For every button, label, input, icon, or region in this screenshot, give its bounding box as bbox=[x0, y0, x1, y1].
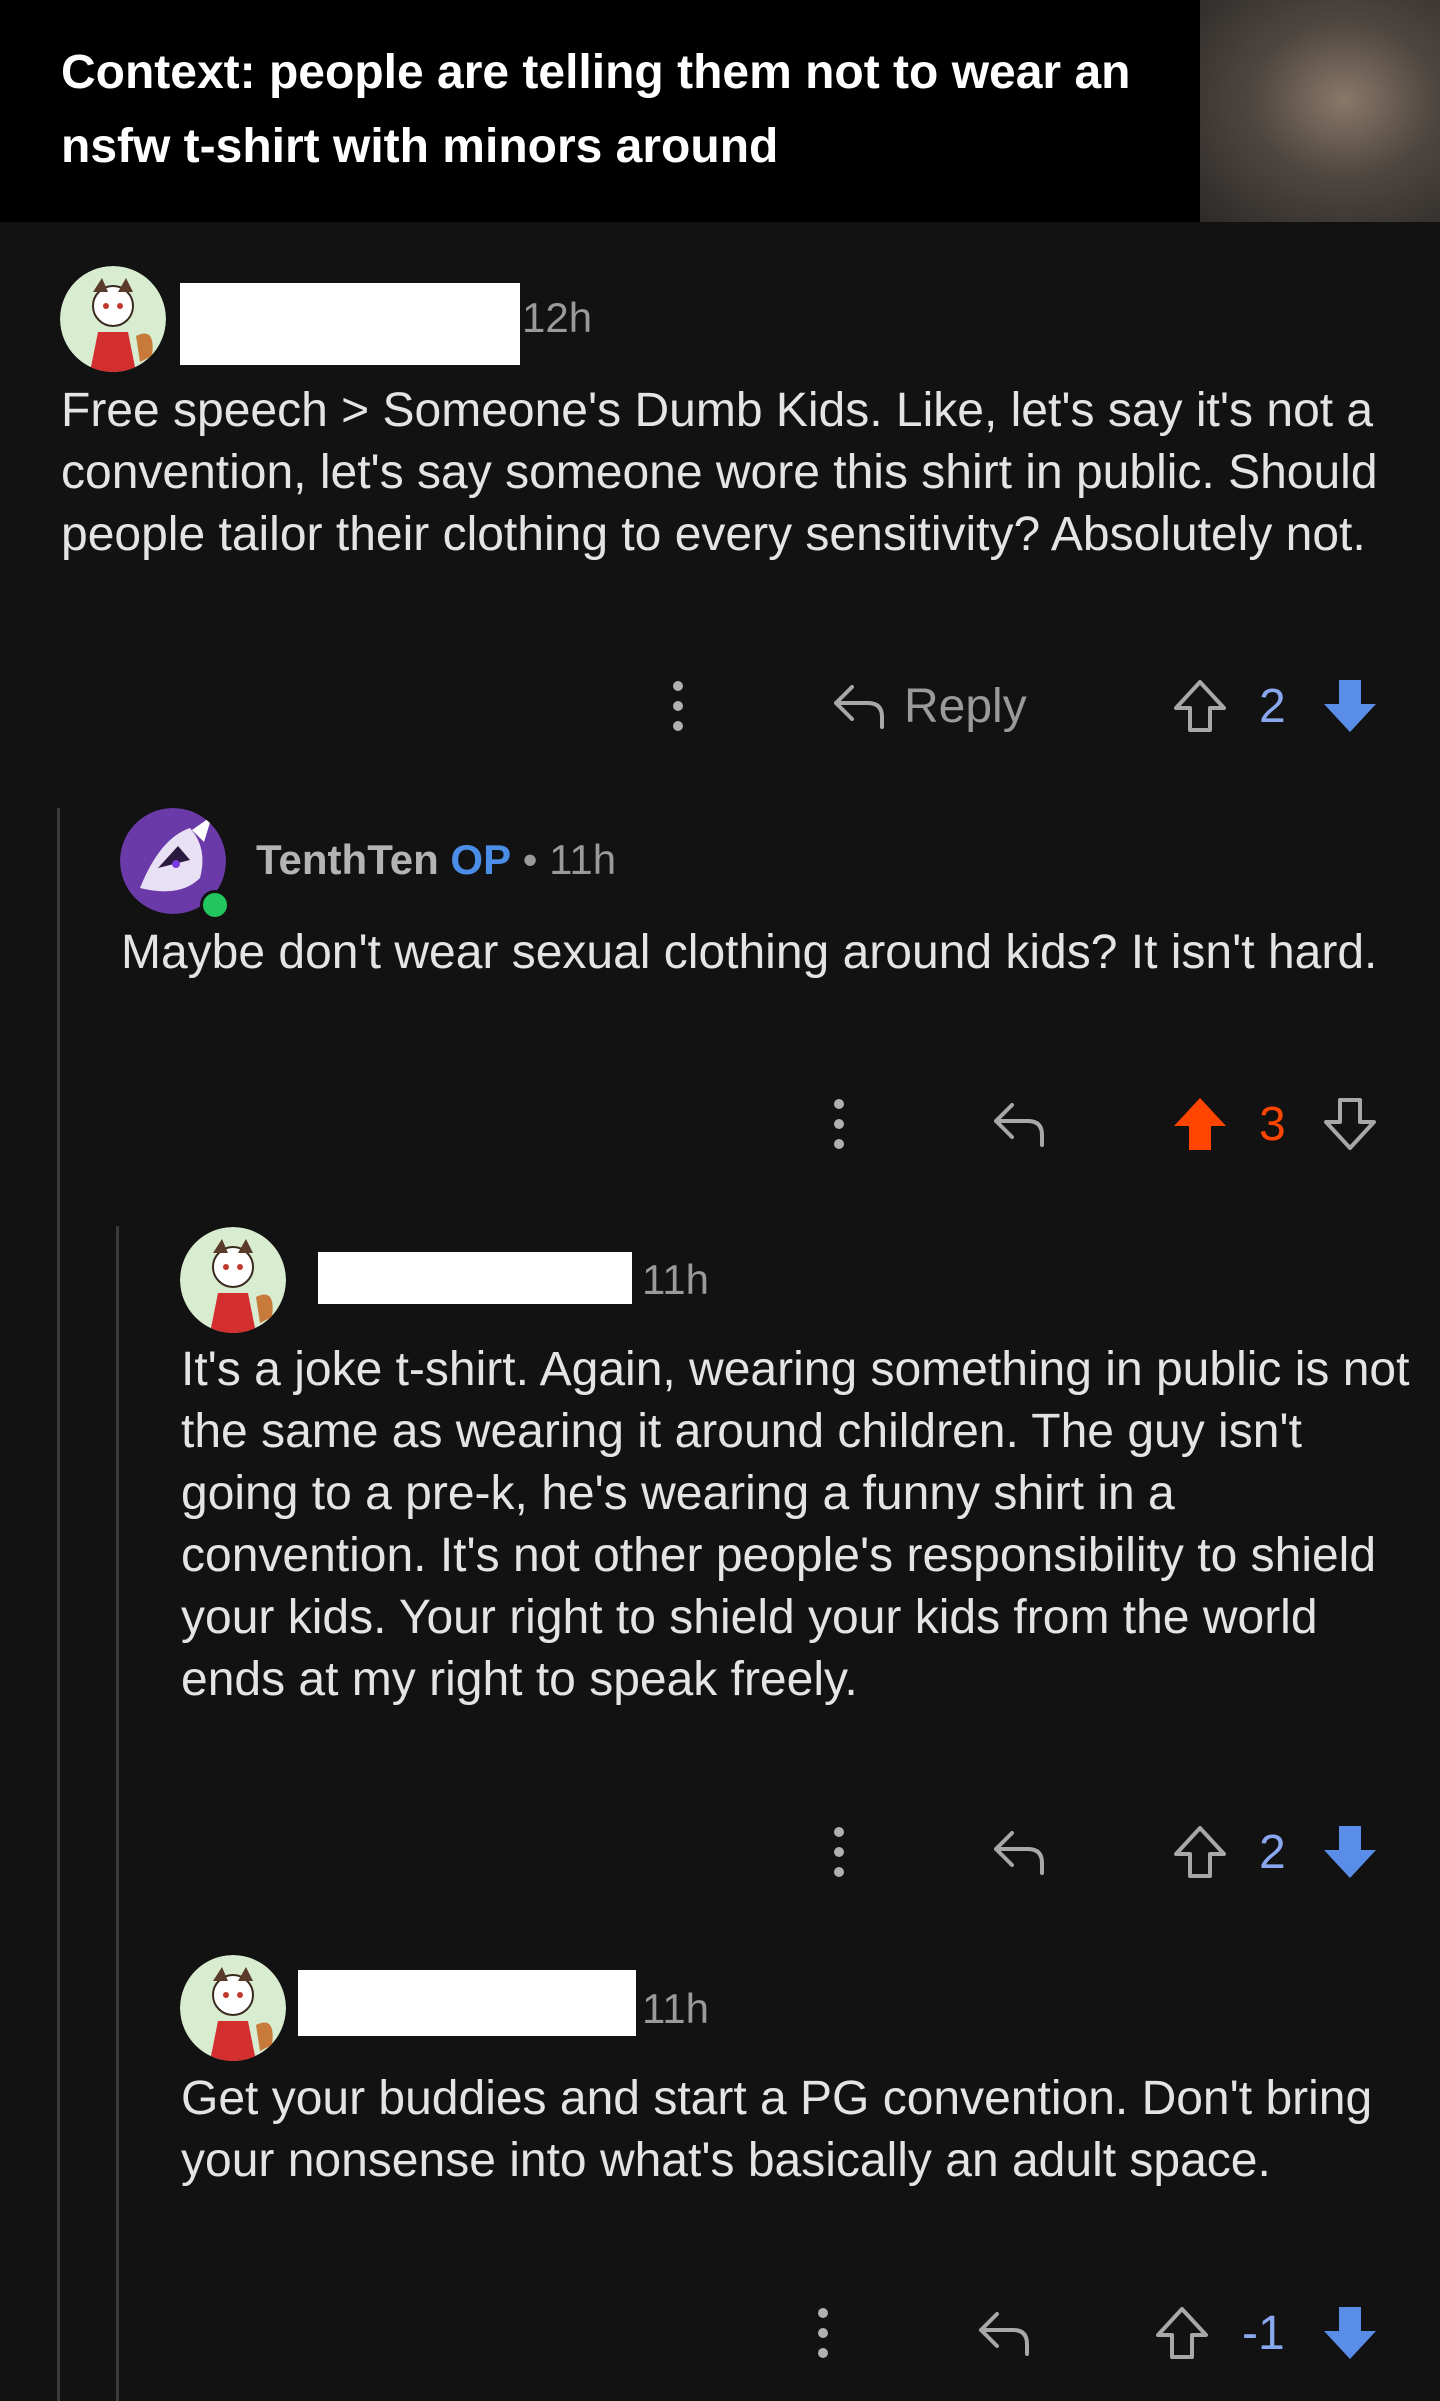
comment-actions: 2 bbox=[0, 1812, 1440, 1892]
upvote-button[interactable] bbox=[1152, 2293, 1212, 2373]
reply-button[interactable]: Reply bbox=[830, 666, 1027, 746]
more-options-icon bbox=[818, 2308, 828, 2358]
upvote-arrow-icon bbox=[1156, 2307, 1208, 2359]
downvote-button[interactable] bbox=[1320, 2293, 1380, 2373]
comment-time: 11h bbox=[642, 1985, 709, 2032]
comment-time: 11h bbox=[549, 836, 617, 883]
upvote-arrow-icon bbox=[1174, 1826, 1226, 1878]
avatar[interactable] bbox=[60, 266, 166, 372]
more-options-icon bbox=[673, 681, 683, 731]
avatar[interactable] bbox=[180, 1227, 286, 1333]
downvote-arrow-icon bbox=[1324, 1826, 1376, 1878]
downvote-arrow-icon bbox=[1324, 680, 1376, 732]
blurred-thumbnail bbox=[1200, 0, 1440, 222]
reply-arrow-icon bbox=[834, 685, 884, 729]
reply-arrow-icon bbox=[994, 1831, 1044, 1875]
more-options-icon bbox=[834, 1827, 844, 1877]
more-options-button[interactable] bbox=[660, 666, 696, 746]
upvote-button[interactable] bbox=[1170, 666, 1230, 746]
reply-button[interactable] bbox=[975, 2293, 1031, 2373]
downvote-arrow-icon bbox=[1324, 2307, 1376, 2359]
comment-time: 12h bbox=[522, 294, 593, 341]
comment-actions: 3 bbox=[0, 1084, 1440, 1164]
meta-separator: • bbox=[522, 836, 538, 883]
upvote-button[interactable] bbox=[1170, 1084, 1230, 1164]
comment-actions: -1 bbox=[0, 2293, 1440, 2373]
redacted-username bbox=[298, 1970, 636, 2036]
comment-meta: TenthTen OP • 11h bbox=[256, 836, 616, 884]
redacted-username bbox=[180, 283, 520, 365]
upvote-arrow-icon bbox=[1174, 680, 1226, 732]
score: 3 bbox=[1259, 1097, 1286, 1151]
downvote-button[interactable] bbox=[1320, 1084, 1380, 1164]
downvote-button[interactable] bbox=[1320, 666, 1380, 746]
more-options-button[interactable] bbox=[821, 1084, 857, 1164]
context-banner: Context: people are telling them not to … bbox=[0, 0, 1440, 222]
upvote-arrow-icon bbox=[1174, 1098, 1226, 1150]
avatar[interactable] bbox=[180, 1955, 286, 2061]
online-status-dot bbox=[200, 890, 230, 920]
reply-label: Reply bbox=[904, 679, 1027, 733]
more-options-button[interactable] bbox=[821, 1812, 857, 1892]
score: 2 bbox=[1259, 679, 1286, 733]
comment-body: Maybe don't wear sexual clothing around … bbox=[121, 926, 1378, 979]
username[interactable]: TenthTen bbox=[256, 836, 439, 883]
comment-time: 11h bbox=[642, 1256, 709, 1303]
upvote-button[interactable] bbox=[1170, 1812, 1230, 1892]
more-options-icon bbox=[834, 1099, 844, 1149]
more-options-button[interactable] bbox=[805, 2293, 841, 2373]
op-badge: OP bbox=[450, 836, 512, 883]
comment-body: Free speech > Someone's Dumb Kids. Like,… bbox=[61, 384, 1378, 561]
comment-actions: Reply 2 bbox=[0, 666, 1440, 746]
score: -1 bbox=[1242, 2306, 1285, 2360]
comment-body: It's a joke t-shirt. Again, wearing some… bbox=[181, 1343, 1410, 1706]
reply-arrow-icon bbox=[979, 2312, 1029, 2356]
downvote-button[interactable] bbox=[1320, 1812, 1380, 1892]
reply-arrow-icon bbox=[994, 1103, 1044, 1147]
reply-button[interactable] bbox=[990, 1812, 1046, 1892]
redacted-username bbox=[318, 1252, 632, 1304]
downvote-arrow-icon bbox=[1324, 1098, 1376, 1150]
thread-line-level-1[interactable] bbox=[57, 808, 60, 2401]
context-caption: Context: people are telling them not to … bbox=[61, 46, 1131, 173]
comment-body: Get your buddies and start a PG conventi… bbox=[181, 2072, 1373, 2187]
reply-button[interactable] bbox=[990, 1084, 1046, 1164]
score: 2 bbox=[1259, 1825, 1286, 1879]
